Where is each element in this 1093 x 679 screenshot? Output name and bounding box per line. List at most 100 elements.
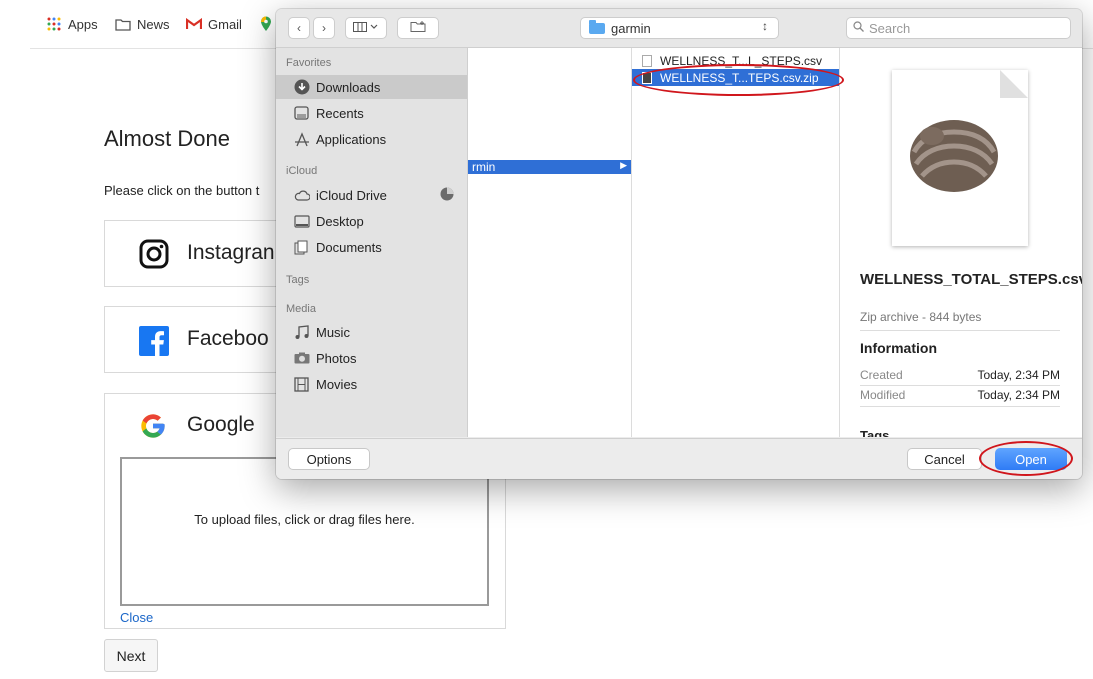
sidebar-item-icloud-drive[interactable]: iCloud Drive xyxy=(276,183,467,207)
desktop-icon xyxy=(293,213,310,230)
columns-view-icon xyxy=(353,21,379,35)
options-button[interactable]: Options xyxy=(288,448,370,470)
sidebar-item-downloads[interactable]: Downloads xyxy=(276,75,467,99)
back-button[interactable]: ‹ xyxy=(288,17,310,39)
dialog-toolbar: ‹ › garmin ↕ Search xyxy=(276,9,1082,48)
file-row-zip[interactable]: WELLNESS_T...TEPS.csv.zip xyxy=(632,69,839,86)
tags-header: Tags xyxy=(286,274,310,286)
media-header: Media xyxy=(286,303,316,315)
music-icon xyxy=(293,324,310,341)
divider xyxy=(860,406,1060,407)
bookmark-gmail[interactable]: Gmail xyxy=(186,16,242,32)
information-header: Information xyxy=(860,340,937,356)
bookmark-apps[interactable]: Apps xyxy=(46,16,98,32)
location-dropdown[interactable]: garmin ↕ xyxy=(580,17,779,39)
sidebar-item-movies[interactable]: Movies xyxy=(276,372,467,396)
documents-icon xyxy=(293,239,310,256)
updown-chevron-icon: ↕ xyxy=(762,19,768,33)
sidebar-item-label: Documents xyxy=(316,239,382,255)
sidebar-item-recents[interactable]: Recents xyxy=(276,101,467,125)
sidebar-item-music[interactable]: Music xyxy=(276,320,467,344)
gmail-icon xyxy=(186,16,202,32)
file-row-csv[interactable]: WELLNESS_T...L_STEPS.csv xyxy=(632,52,839,69)
file-icon xyxy=(642,54,652,67)
view-mode-button[interactable] xyxy=(345,17,387,39)
browser-column-2: WELLNESS_T...L_STEPS.csv WELLNESS_T...TE… xyxy=(632,48,840,437)
folder-row-garmin[interactable]: rmin ▶ xyxy=(468,160,631,174)
sidebar-item-applications[interactable]: Applications xyxy=(276,127,467,151)
new-folder-icon xyxy=(410,21,426,35)
sidebar-item-label: iCloud Drive xyxy=(316,187,387,203)
tags-label: Tags xyxy=(860,428,890,437)
zip-document-preview xyxy=(892,70,1028,246)
preview-filename: WELLNESS_TOTAL_STEPS.csv.zip xyxy=(860,271,1082,288)
file-name: WELLNESS_T...TEPS.csv.zip xyxy=(660,70,819,85)
instagram-icon xyxy=(139,239,169,269)
instagram-label: Instagran xyxy=(187,241,275,264)
chevron-left-icon: ‹ xyxy=(297,21,301,35)
file-drop-zone[interactable]: To upload files, click or drag files her… xyxy=(120,457,489,606)
favorites-header: Favorites xyxy=(286,57,332,69)
apps-grid-icon xyxy=(46,16,62,32)
bookmark-label: Gmail xyxy=(208,16,242,32)
preview-file-meta: Zip archive - 844 bytes xyxy=(860,310,982,324)
location-label: garmin xyxy=(611,21,651,36)
download-icon xyxy=(293,79,310,96)
dialog-sidebar: Favorites Downloads Recents Applications… xyxy=(276,48,468,437)
sidebar-item-documents[interactable]: Documents xyxy=(276,235,467,259)
open-button[interactable]: Open xyxy=(995,448,1067,470)
next-button[interactable]: Next xyxy=(104,639,158,672)
archive-utility-icon xyxy=(904,106,1004,202)
disclosure-arrow-icon: ▶ xyxy=(620,160,627,170)
forward-button[interactable]: › xyxy=(313,17,335,39)
sidebar-item-photos[interactable]: Photos xyxy=(276,346,467,370)
sidebar-item-label: Downloads xyxy=(316,79,381,95)
created-value: Today, 2:34 PM xyxy=(977,368,1061,382)
created-label: Created xyxy=(860,368,903,382)
preview-pane: WELLNESS_TOTAL_STEPS.csv.zip Zip archive… xyxy=(840,48,1082,437)
bookmark-label: Apps xyxy=(68,16,98,32)
folder-row-label: rmin xyxy=(472,160,496,174)
file-open-dialog: ‹ › garmin ↕ Search Favorites Downloads … xyxy=(276,9,1082,479)
bookmark-label: News xyxy=(137,16,170,32)
drop-zone-text: To upload files, click or drag files her… xyxy=(194,512,415,527)
zip-file-icon xyxy=(642,71,652,84)
film-icon xyxy=(293,376,310,393)
icloud-header: iCloud xyxy=(286,165,318,177)
recents-icon xyxy=(293,105,310,122)
divider xyxy=(860,330,1060,331)
camera-icon xyxy=(293,350,310,367)
new-folder-button[interactable] xyxy=(397,17,439,39)
search-icon xyxy=(853,20,864,35)
sidebar-item-label: Recents xyxy=(316,105,364,121)
sidebar-item-label: Photos xyxy=(316,350,357,366)
folder-icon xyxy=(589,20,605,34)
maps-pin-icon xyxy=(258,16,274,32)
sidebar-item-label: Desktop xyxy=(316,213,364,229)
dialog-footer: Options Cancel Open xyxy=(276,438,1082,479)
modified-label: Modified xyxy=(860,388,906,402)
facebook-icon xyxy=(139,326,169,356)
sidebar-item-label: Movies xyxy=(316,376,358,392)
cloud-icon xyxy=(293,187,310,204)
facebook-label: Faceboo xyxy=(187,327,269,350)
applications-icon xyxy=(293,131,310,148)
chevron-right-icon: › xyxy=(322,21,326,35)
bookmark-news[interactable]: News xyxy=(115,16,170,32)
google-label: Google xyxy=(187,413,255,436)
search-placeholder: Search xyxy=(869,21,911,36)
cancel-button[interactable]: Cancel xyxy=(907,448,982,470)
modified-value: Today, 2:34 PM xyxy=(977,388,1061,402)
sidebar-item-label: Music xyxy=(316,324,350,340)
folder-icon xyxy=(115,16,131,32)
file-name: WELLNESS_T...L_STEPS.csv xyxy=(660,53,823,68)
google-icon xyxy=(139,412,167,440)
browser-column-1: rmin ▶ xyxy=(468,48,632,437)
sync-progress-icon xyxy=(440,187,454,201)
sidebar-item-label: Applications xyxy=(316,131,387,147)
search-field[interactable]: Search xyxy=(846,17,1071,39)
divider xyxy=(860,385,1060,386)
sidebar-item-desktop[interactable]: Desktop xyxy=(276,209,467,233)
close-link[interactable]: Close xyxy=(120,610,153,625)
page-title: Almost Done xyxy=(104,126,230,151)
